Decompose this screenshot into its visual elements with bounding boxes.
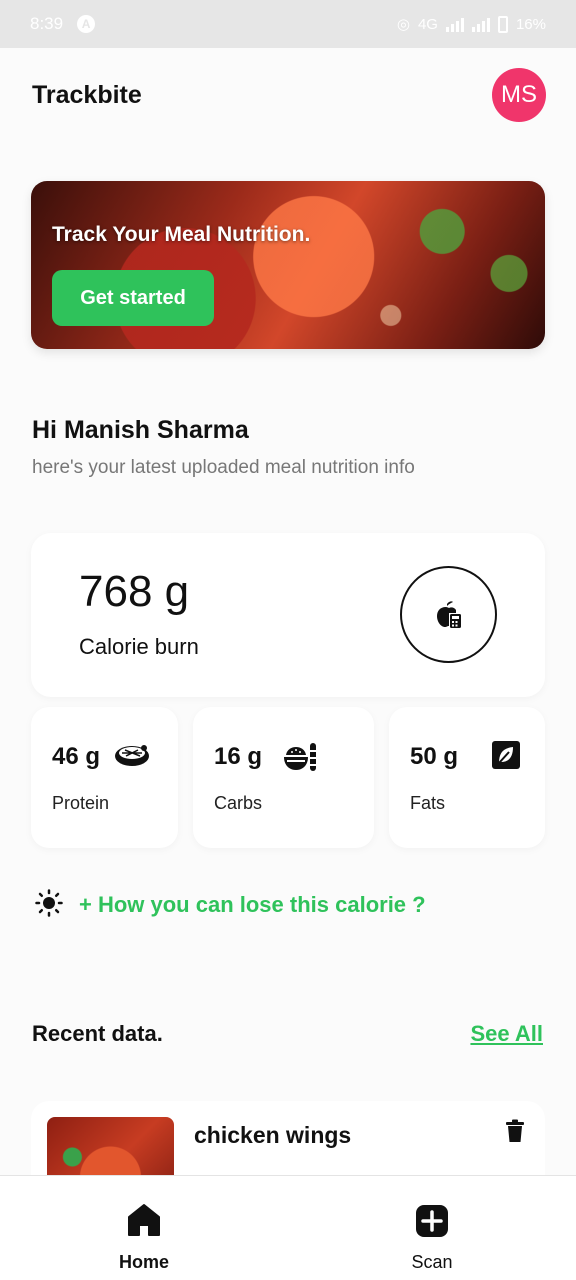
app-header: Trackbite MS <box>32 68 546 122</box>
network-label: 4G <box>417 15 438 33</box>
nav-scan[interactable]: Scan <box>372 1176 492 1280</box>
steak-icon <box>113 741 151 774</box>
see-all-link[interactable]: See All <box>470 1021 543 1047</box>
status-bar: 8:39 A ◎ 4G 16% <box>0 0 576 48</box>
macro-card-protein: 46 g Protein <box>31 707 178 848</box>
bottom-nav: Home Scan <box>0 1175 576 1280</box>
lose-calorie-link[interactable]: + How you can lose this calorie ? <box>79 892 426 918</box>
home-icon <box>127 1203 161 1242</box>
macro-label: Carbs <box>214 793 263 813</box>
status-time: 8:39 <box>30 14 64 33</box>
macro-value: 16 g <box>214 743 263 770</box>
battery-icon <box>497 15 508 33</box>
battery-level: 16% <box>515 15 546 33</box>
signal-icon-2 <box>471 16 490 32</box>
macro-value: 46 g <box>52 743 101 770</box>
sun-icon <box>35 888 63 922</box>
calorie-card: 768 g Calorie burn <box>31 533 545 697</box>
calorie-value: 768 g <box>79 567 190 616</box>
recent-data-title: Recent data. <box>32 1021 163 1046</box>
hotspot-icon: ◎ <box>396 16 410 33</box>
macro-card-fats: 50 g Fats <box>389 707 545 848</box>
avatar[interactable]: MS <box>492 68 546 122</box>
notification-icon: A <box>77 15 96 33</box>
app-title: Trackbite <box>32 80 142 109</box>
hero-banner: Track Your Meal Nutrition. Get started <box>31 181 545 349</box>
nav-home-label: Home <box>118 1252 169 1272</box>
apple-calculator-icon[interactable] <box>400 566 497 663</box>
calorie-label: Calorie burn <box>79 634 199 659</box>
rice-bowl-icon <box>283 741 317 778</box>
leaf-icon <box>492 741 520 774</box>
signal-icon <box>445 16 464 32</box>
nav-home[interactable]: Home <box>84 1176 204 1280</box>
macro-value: 50 g <box>410 743 459 770</box>
trash-icon[interactable] <box>505 1119 525 1148</box>
greeting-title: Hi Manish Sharma <box>32 416 249 444</box>
add-square-icon <box>415 1204 449 1243</box>
macro-card-carbs: 16 g Carbs <box>193 707 374 848</box>
get-started-button[interactable]: Get started <box>52 270 214 326</box>
food-name: chicken wings <box>194 1122 352 1148</box>
macro-label: Fats <box>410 793 446 813</box>
greeting-subtitle: here's your latest uploaded meal nutriti… <box>32 457 415 478</box>
macro-label: Protein <box>52 793 110 813</box>
banner-title: Track Your Meal Nutrition. <box>52 223 311 246</box>
nav-scan-label: Scan <box>411 1252 453 1272</box>
calorie-tip[interactable]: + How you can lose this calorie ? <box>35 888 426 922</box>
